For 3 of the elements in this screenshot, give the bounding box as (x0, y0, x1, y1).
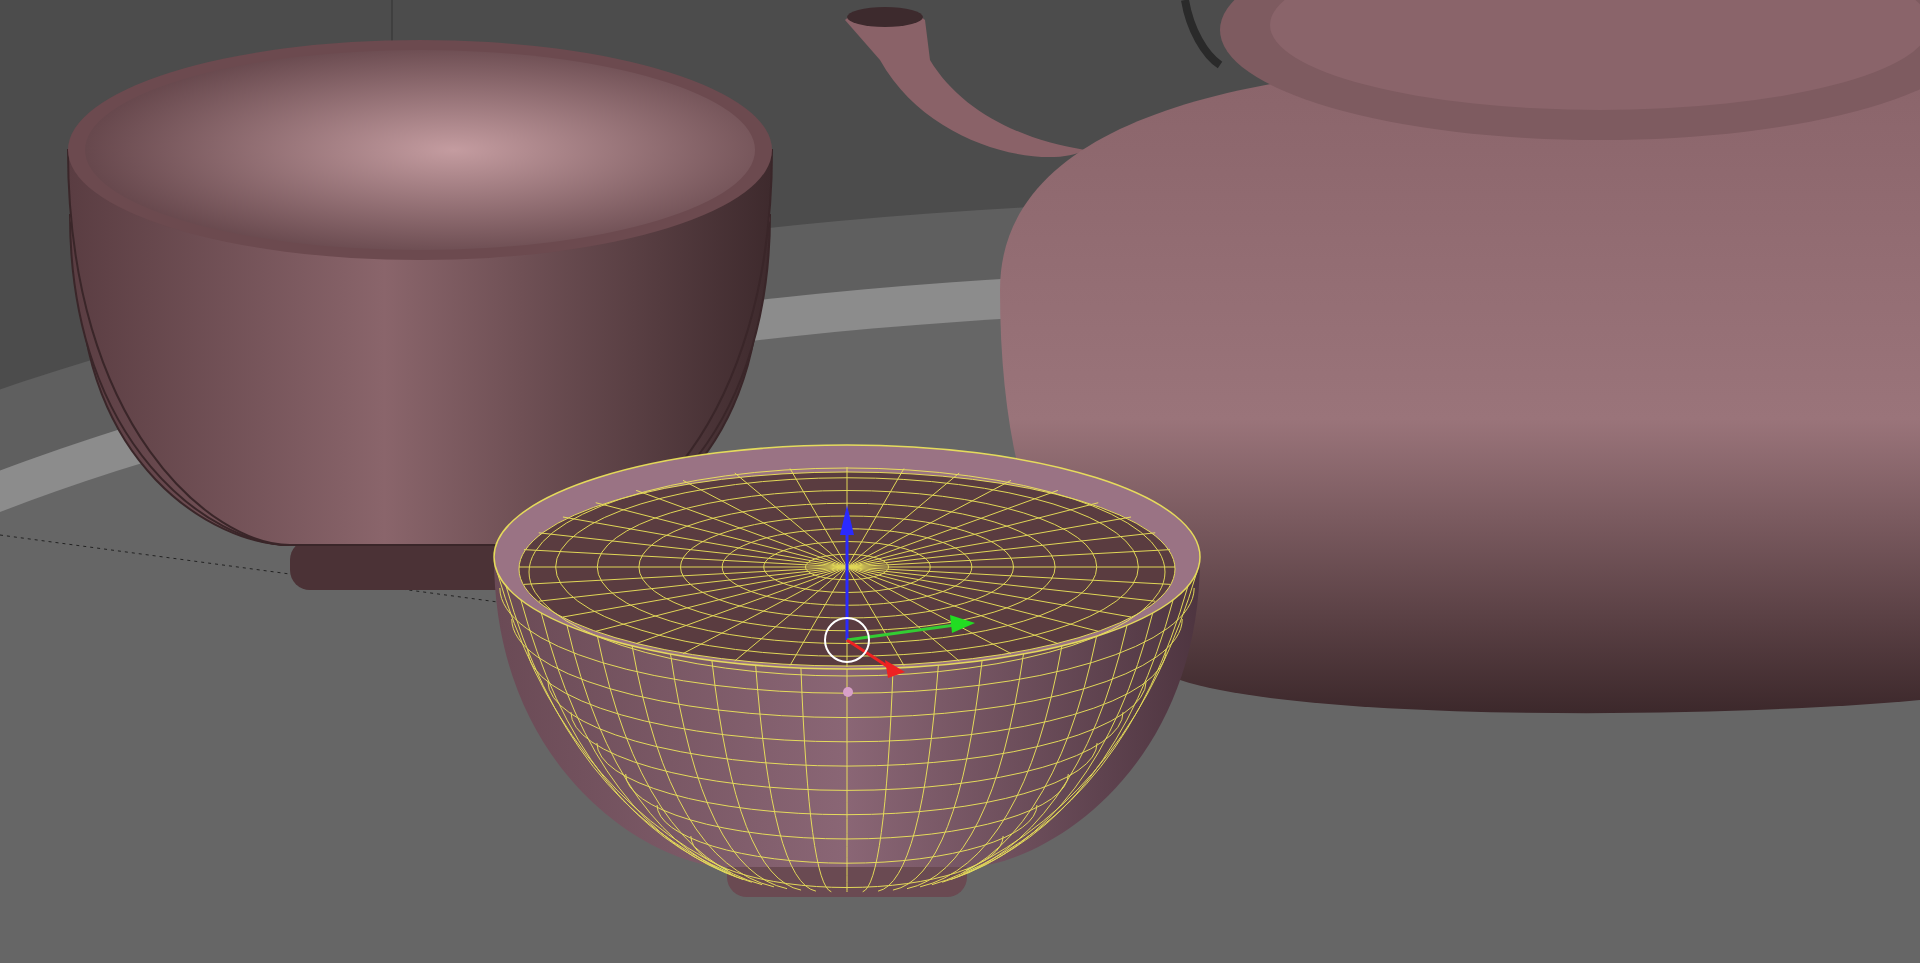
transform-gizmo-icon[interactable] (824, 505, 975, 697)
selected-bowl-wireframe[interactable] (493, 444, 1201, 897)
3d-viewport-drawing[interactable] (0, 0, 1920, 963)
